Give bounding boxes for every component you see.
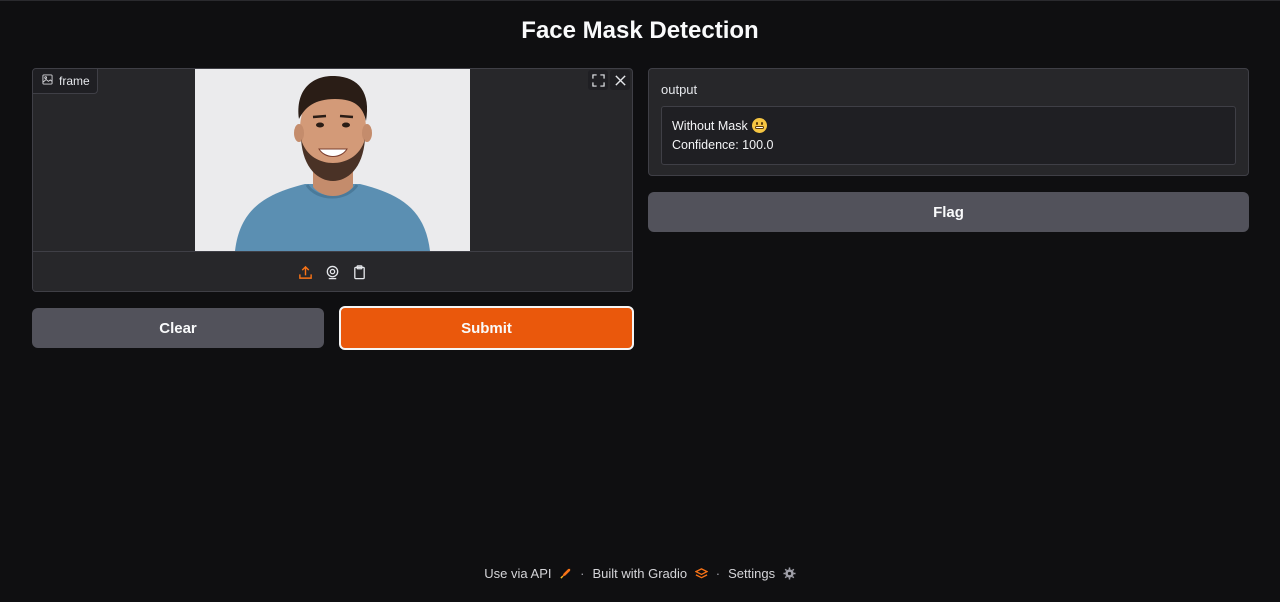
grimacing-emoji-icon (751, 118, 767, 133)
image-toolbar (588, 70, 630, 90)
confidence-line: Confidence: 100.0 (672, 138, 774, 152)
output-panel: output Without Mask Confidence: 100.0 (648, 68, 1249, 176)
footer-separator: · (580, 566, 585, 581)
webcam-source-button[interactable] (324, 264, 341, 281)
close-icon (614, 74, 626, 86)
image-input-panel: frame (32, 68, 633, 292)
rocket-icon (560, 568, 571, 579)
image-icon (42, 74, 53, 88)
clipboard-source-button[interactable] (351, 264, 368, 281)
clipboard-icon (354, 264, 365, 279)
gradio-logo-icon (694, 568, 709, 579)
built-with-gradio-link[interactable]: Built with Gradio (592, 566, 709, 581)
footer-separator: · (715, 566, 721, 581)
settings-text: Settings (728, 566, 776, 581)
result-line: Without Mask (672, 117, 1225, 136)
upload-icon (299, 265, 312, 279)
clear-button[interactable]: Clear (32, 308, 324, 348)
page-title: Face Mask Detection (521, 17, 759, 44)
result-text: Without Mask (672, 119, 748, 133)
output-label: output (661, 82, 698, 97)
use-via-api-text: Use via API (484, 566, 552, 581)
image-block-label: frame (33, 69, 98, 94)
fullscreen-icon (591, 73, 605, 87)
image-label-text: frame (59, 74, 90, 88)
image-source-selector (33, 251, 632, 291)
webcam-icon (326, 265, 339, 279)
upload-source-button[interactable] (297, 264, 314, 281)
settings-link[interactable]: Settings (728, 566, 796, 581)
built-with-gradio-text: Built with Gradio (592, 566, 688, 581)
output-textbox[interactable]: Without Mask Confidence: 100.0 (661, 106, 1236, 165)
app-page: Face Mask Detection frame Clear Submit o… (0, 0, 1280, 602)
use-via-api-link[interactable]: Use via API (484, 566, 572, 581)
uploaded-photo (195, 69, 470, 251)
gear-icon (783, 567, 796, 580)
fullscreen-button[interactable] (588, 70, 608, 90)
footer: Use via API · Built with Gradio · Settin… (0, 566, 1280, 581)
submit-button[interactable]: Submit (339, 306, 634, 350)
clear-image-button[interactable] (610, 70, 630, 90)
flag-button[interactable]: Flag (648, 192, 1249, 232)
